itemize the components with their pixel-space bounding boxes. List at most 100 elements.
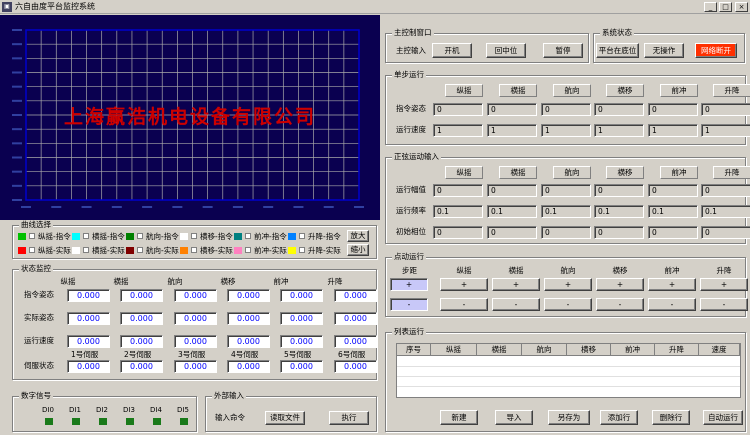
status-value-field: 0.000: [120, 335, 163, 348]
list-run-header: 序号 纵摇 横摇 航向 横移 前冲 升降 速度: [397, 344, 740, 356]
list-action-button[interactable]: 另存为: [548, 410, 590, 425]
y-tick: [12, 85, 22, 88]
curve-checkbox[interactable]: [137, 233, 143, 239]
single-step-input[interactable]: 1: [594, 124, 644, 137]
main-control-label: 主控输入: [396, 46, 426, 55]
list-col-header: 速度: [699, 344, 740, 356]
curve-checkbox[interactable]: [245, 233, 251, 239]
read-file-button[interactable]: 读取文件: [265, 411, 305, 425]
servo-label: 5号伺服: [284, 350, 312, 359]
jog-plus-button[interactable]: +: [544, 278, 592, 291]
single-step-input[interactable]: 1: [701, 124, 750, 137]
sine-col-header: 升降: [713, 166, 750, 179]
x-tick: [323, 206, 334, 208]
sine-input[interactable]: 0: [701, 226, 750, 239]
curve-checkbox[interactable]: [299, 233, 305, 239]
sine-input[interactable]: 0: [487, 226, 537, 239]
jog-minus-button[interactable]: -: [440, 298, 488, 311]
window-title: 六自由度平台监控系统: [15, 2, 95, 11]
external-input-title: 外部输入: [212, 391, 246, 401]
status-value-field: 0.000: [67, 312, 110, 325]
maximize-button[interactable]: □: [719, 2, 732, 12]
sine-input[interactable]: 0.1: [594, 205, 644, 218]
y-tick: [12, 71, 22, 74]
jog-plus-button[interactable]: +: [648, 278, 696, 291]
jog-minus-button[interactable]: -: [492, 298, 540, 311]
list-action-button[interactable]: 导入: [495, 410, 533, 425]
curve-label: 横移-实际: [200, 246, 233, 255]
curve-color-swatch: [126, 233, 134, 240]
center-position-button[interactable]: 回中位: [486, 43, 526, 58]
pause-button[interactable]: 暂停: [543, 43, 583, 58]
execute-button[interactable]: 执行: [329, 411, 369, 425]
single-step-input[interactable]: 1: [648, 124, 698, 137]
sine-input[interactable]: 0: [487, 184, 537, 197]
single-step-input[interactable]: 1: [541, 124, 591, 137]
curve-checkbox[interactable]: [191, 247, 197, 253]
sine-input[interactable]: 0: [433, 184, 483, 197]
status-value-field: 0.000: [174, 360, 217, 373]
jog-minus-button[interactable]: -: [648, 298, 696, 311]
single-step-input[interactable]: 0: [648, 103, 698, 116]
sine-input[interactable]: 0: [594, 184, 644, 197]
sine-input[interactable]: 0: [541, 184, 591, 197]
single-step-input[interactable]: 0: [433, 103, 483, 116]
curve-checkbox[interactable]: [245, 247, 251, 253]
jog-plus-button[interactable]: +: [596, 278, 644, 291]
list-action-button[interactable]: 添加行: [600, 410, 638, 425]
sine-input[interactable]: 0: [701, 184, 750, 197]
power-on-button[interactable]: 开机: [432, 43, 472, 58]
curve-checkbox[interactable]: [137, 247, 143, 253]
minimize-button[interactable]: _: [704, 2, 717, 12]
servo-label: 6号伺服: [338, 350, 366, 359]
x-tick: [232, 206, 243, 208]
single-step-input[interactable]: 0: [594, 103, 644, 116]
sine-input[interactable]: 0.1: [701, 205, 750, 218]
jog-step-minus-field[interactable]: -: [390, 298, 428, 311]
curve-checkbox[interactable]: [299, 247, 305, 253]
sine-input[interactable]: 0: [594, 226, 644, 239]
jog-minus-button[interactable]: -: [544, 298, 592, 311]
status-col-header: 航向: [167, 277, 183, 286]
jog-plus-button[interactable]: +: [440, 278, 488, 291]
sine-input[interactable]: 0.1: [433, 205, 483, 218]
sine-row-label: 初始相位: [396, 227, 426, 236]
sine-input[interactable]: 0.1: [487, 205, 537, 218]
sine-input[interactable]: 0: [648, 226, 698, 239]
status-value-field: 0.000: [67, 335, 110, 348]
list-action-button[interactable]: 新建: [440, 410, 478, 425]
curve-label: 纵摇-指令: [38, 232, 71, 241]
list-run-table[interactable]: 序号 纵摇 横摇 航向 横移 前冲 升降 速度: [396, 343, 741, 398]
zoom-out-button[interactable]: 缩小: [347, 244, 369, 256]
zoom-in-button[interactable]: 放大: [347, 230, 369, 242]
single-step-input[interactable]: 0: [701, 103, 750, 116]
sine-input[interactable]: 0.1: [541, 205, 591, 218]
jog-minus-button[interactable]: -: [596, 298, 644, 311]
list-action-button[interactable]: 自动运行: [703, 410, 743, 425]
curve-label: 前冲-指令: [254, 232, 287, 241]
single-step-input[interactable]: 1: [487, 124, 537, 137]
curve-checkbox[interactable]: [83, 247, 89, 253]
jog-plus-button[interactable]: +: [700, 278, 748, 291]
curve-color-swatch: [18, 247, 26, 254]
curve-label: 升降-实际: [308, 246, 341, 255]
sine-input[interactable]: 0: [541, 226, 591, 239]
sine-input[interactable]: 0: [648, 184, 698, 197]
sine-input[interactable]: 0.1: [648, 205, 698, 218]
curve-checkbox[interactable]: [191, 233, 197, 239]
list-action-button[interactable]: 删除行: [652, 410, 690, 425]
jog-plus-button[interactable]: +: [492, 278, 540, 291]
jog-col-header: 升降: [716, 266, 732, 275]
jog-minus-button[interactable]: -: [700, 298, 748, 311]
curve-checkbox[interactable]: [29, 247, 35, 253]
single-step-input[interactable]: 1: [433, 124, 483, 137]
single-step-input[interactable]: 0: [487, 103, 537, 116]
jog-step-plus-field[interactable]: +: [390, 278, 428, 291]
single-step-input[interactable]: 0: [541, 103, 591, 116]
close-button[interactable]: ×: [735, 2, 748, 12]
single-step-col-header: 纵摇: [445, 84, 483, 97]
curve-label: 横移-指令: [200, 232, 233, 241]
sine-input[interactable]: 0: [433, 226, 483, 239]
curve-checkbox[interactable]: [83, 233, 89, 239]
curve-checkbox[interactable]: [29, 233, 35, 239]
